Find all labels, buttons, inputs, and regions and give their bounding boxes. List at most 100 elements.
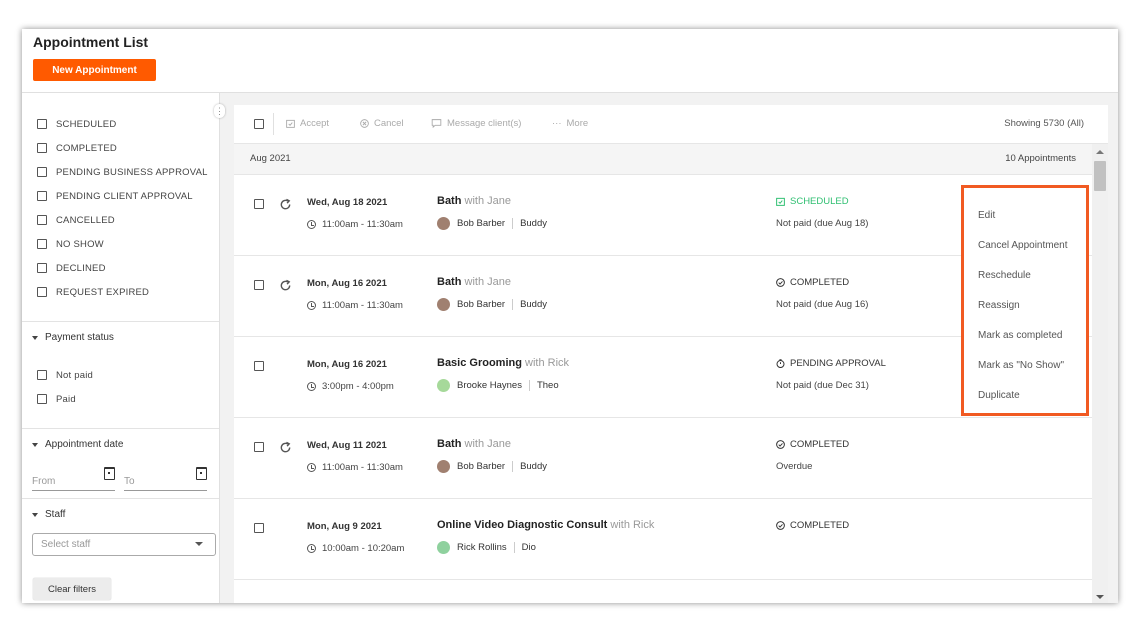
pet-name[interactable]: Buddy — [512, 461, 547, 472]
appointment-row[interactable]: Mon, Aug 9 2021 10:00am - 10:20am Online… — [234, 499, 1092, 580]
pet-name[interactable]: Buddy — [512, 299, 547, 310]
appointment-row[interactable]: Wed, Aug 11 2021 11:00am - 11:30am Bath … — [234, 418, 1092, 499]
pet-name[interactable]: Buddy — [512, 218, 547, 229]
service-name[interactable]: Online Video Diagnostic Consult with Ric… — [437, 519, 654, 531]
menu-item-cancel-appointment[interactable]: Cancel Appointment — [978, 240, 1068, 251]
caret-down-icon — [32, 335, 38, 340]
select-all-checkbox[interactable] — [254, 119, 264, 129]
service-name[interactable]: Bath with Jane — [437, 438, 511, 450]
filter-status-declined[interactable]: DECLINED — [37, 261, 106, 275]
payment-status: Overdue — [776, 461, 813, 472]
client-name[interactable]: Bob Barber — [457, 299, 505, 310]
appointment-date: Wed, Aug 11 2021 — [307, 440, 387, 451]
date-from-input[interactable]: From — [32, 476, 115, 491]
row-checkbox[interactable] — [254, 199, 264, 209]
calendar-icon[interactable] — [196, 467, 207, 480]
new-appointment-button[interactable]: New Appointment — [33, 59, 156, 81]
pet-name[interactable]: Theo — [528, 380, 559, 391]
recurring-icon — [280, 441, 291, 453]
scrollbar-thumb[interactable] — [1094, 161, 1106, 191]
filter-label: SCHEDULED — [56, 118, 117, 130]
section-title: Staff — [45, 509, 66, 520]
checkbox[interactable] — [37, 370, 47, 380]
filter-status-scheduled[interactable]: SCHEDULED — [37, 117, 116, 131]
clock-icon — [307, 301, 316, 310]
checkbox[interactable] — [37, 287, 47, 297]
date-to-input[interactable]: To — [124, 476, 207, 491]
date-to-placeholder: To — [124, 476, 135, 487]
clear-filters-button[interactable]: Clear filters — [33, 578, 111, 600]
vertical-scrollbar[interactable] — [1092, 144, 1108, 603]
appointment-time: 11:00am - 11:30am — [307, 219, 403, 230]
filter-status-request-expired[interactable]: REQUEST EXPIRED — [37, 285, 149, 299]
filter-status-no-show[interactable]: NO SHOW — [37, 237, 104, 251]
filter-label: DECLINED — [56, 262, 106, 274]
filter-label: PENDING CLIENT APPROVAL — [56, 190, 193, 202]
filter-label: Not paid — [56, 369, 93, 381]
more-button[interactable]: ··· More — [552, 118, 588, 129]
status-badge: COMPLETED — [776, 439, 849, 450]
calendar-check-icon — [776, 197, 785, 206]
menu-item-mark-completed[interactable]: Mark as completed — [978, 330, 1062, 341]
checkbox[interactable] — [37, 167, 47, 177]
filter-sidebar: SCHEDULED COMPLETED PENDING BUSINESS APP… — [22, 93, 220, 603]
service-name[interactable]: Basic Grooming with Rick — [437, 357, 569, 369]
month-group-header: Aug 2021 10 Appointments — [234, 144, 1092, 175]
calendar-icon[interactable] — [104, 467, 115, 480]
status-badge: PENDING APPROVAL — [776, 358, 886, 369]
filter-status-pending-client[interactable]: PENDING CLIENT APPROVAL — [37, 189, 193, 203]
filter-payment-not-paid[interactable]: Not paid — [37, 368, 93, 382]
row-checkbox[interactable] — [254, 442, 264, 452]
client-name[interactable]: Rick Rollins — [457, 542, 507, 553]
pet-name[interactable]: Dio — [513, 542, 536, 553]
divider — [22, 498, 219, 499]
staff-header[interactable]: Staff — [32, 509, 65, 520]
row-checkbox[interactable] — [254, 361, 264, 371]
client-info: Bob Barber Buddy — [437, 217, 547, 230]
cancel-button[interactable]: Cancel — [360, 118, 404, 129]
client-name[interactable]: Brooke Haynes — [457, 380, 522, 391]
scroll-down-arrow-icon[interactable] — [1096, 595, 1104, 599]
checkbox[interactable] — [37, 215, 47, 225]
service-name[interactable]: Bath with Jane — [437, 276, 511, 288]
filter-status-pending-business[interactable]: PENDING BUSINESS APPROVAL — [37, 165, 208, 179]
menu-item-mark-no-show[interactable]: Mark as "No Show" — [978, 360, 1064, 371]
date-from-placeholder: From — [32, 476, 56, 487]
status-text: COMPLETED — [790, 277, 850, 288]
status-text: COMPLETED — [790, 520, 850, 531]
row-checkbox[interactable] — [254, 280, 264, 290]
menu-item-edit[interactable]: Edit — [978, 210, 995, 221]
appointment-context-menu: Edit Cancel Appointment Reschedule Reass… — [961, 185, 1089, 416]
staff-select[interactable]: Select staff — [32, 533, 216, 556]
check-circle-icon — [776, 440, 785, 449]
scroll-up-arrow-icon[interactable] — [1096, 150, 1104, 154]
sidebar-collapse-handle[interactable]: ⋮ — [214, 104, 225, 118]
service-name[interactable]: Bath with Jane — [437, 195, 511, 207]
payment-status-header[interactable]: Payment status — [32, 332, 114, 343]
clock-icon — [307, 382, 316, 391]
time-text: 3:00pm - 4:00pm — [322, 381, 394, 392]
appointment-time: 10:00am - 10:20am — [307, 543, 404, 554]
menu-item-reassign[interactable]: Reassign — [978, 300, 1020, 311]
client-name[interactable]: Bob Barber — [457, 218, 505, 229]
recurring-icon — [280, 279, 291, 291]
staff-name: with Rick — [610, 519, 655, 531]
filter-status-completed[interactable]: COMPLETED — [37, 141, 117, 155]
checkbox[interactable] — [37, 263, 47, 273]
checkbox[interactable] — [37, 143, 47, 153]
menu-item-reschedule[interactable]: Reschedule — [978, 270, 1031, 281]
cancel-label: Cancel — [374, 118, 404, 129]
appointment-date-header[interactable]: Appointment date — [32, 439, 123, 450]
checkbox[interactable] — [37, 239, 47, 249]
checkbox[interactable] — [37, 119, 47, 129]
message-clients-button[interactable]: Message client(s) — [431, 118, 521, 129]
row-checkbox[interactable] — [254, 523, 264, 533]
client-name[interactable]: Bob Barber — [457, 461, 505, 472]
checkbox[interactable] — [37, 191, 47, 201]
accept-button[interactable]: Accept — [286, 118, 329, 129]
checkbox[interactable] — [37, 394, 47, 404]
filter-status-cancelled[interactable]: CANCELLED — [37, 213, 115, 227]
filter-payment-paid[interactable]: Paid — [37, 392, 76, 406]
page-title: Appointment List — [33, 34, 149, 50]
menu-item-duplicate[interactable]: Duplicate — [978, 390, 1020, 401]
